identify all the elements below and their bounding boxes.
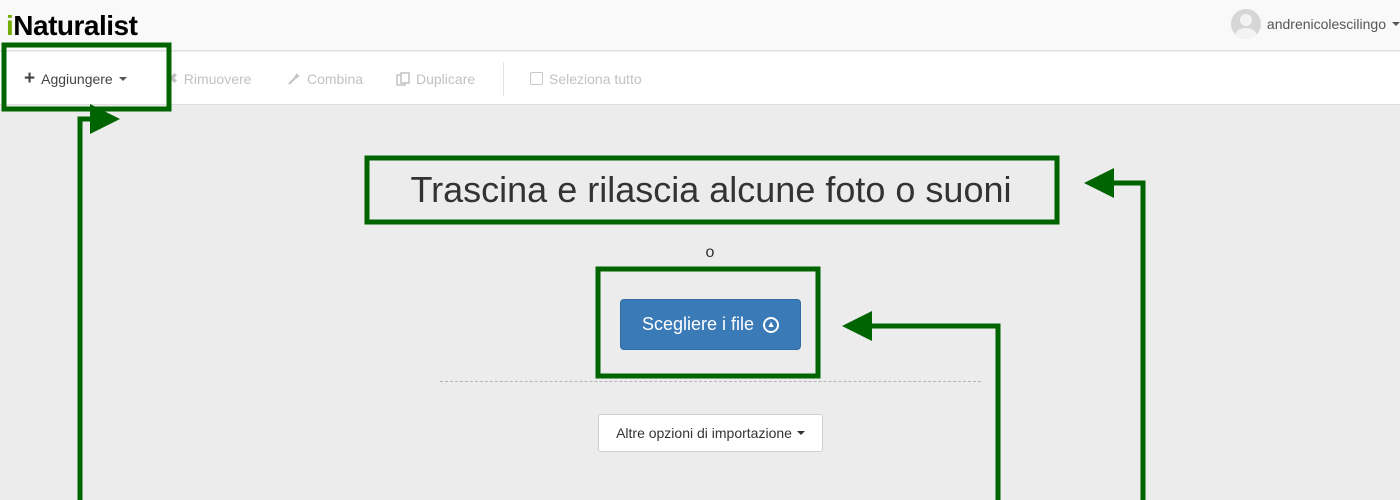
x-icon: ✖	[166, 70, 178, 86]
arrow-to-drop-title	[1084, 168, 1146, 500]
uploader-toolbar: + Aggiungere ✖ Rimuovere Combina Duplica…	[0, 52, 1400, 105]
chevron-down-icon	[118, 76, 127, 81]
chevron-down-icon	[1392, 22, 1400, 26]
duplicate-button[interactable]: Duplicare	[396, 52, 475, 105]
user-menu[interactable]: andrenicolescilingo	[1230, 8, 1400, 40]
logo-text: Naturalist	[13, 10, 138, 41]
add-label: Aggiungere	[41, 70, 113, 87]
avatar	[1230, 9, 1261, 39]
username: andrenicolescilingo	[1266, 16, 1386, 32]
combine-label: Combina	[307, 70, 364, 87]
select-all-checkbox[interactable]: Seleziona tutto	[530, 52, 642, 105]
remove-label: Rimuovere	[183, 70, 252, 87]
more-import-options-button[interactable]: Altre opzioni di importazione	[598, 414, 823, 452]
duplicate-label: Duplicare	[416, 70, 476, 87]
combine-button[interactable]: Combina	[287, 52, 363, 105]
plus-icon: +	[24, 68, 36, 89]
inaturalist-logo[interactable]: iNaturalist	[6, 8, 138, 44]
section-divider	[440, 381, 981, 382]
select-all-label: Seleziona tutto	[549, 70, 642, 87]
choose-files-label: Scegliere i file	[641, 314, 755, 334]
copy-icon	[396, 71, 410, 86]
arrow-to-add-button	[77, 104, 120, 500]
or-separator: o	[705, 244, 715, 261]
upload-circle-icon: ▲	[763, 316, 780, 333]
drop-zone-title: Trascina e rilascia alcune foto o suoni	[410, 169, 1012, 210]
chevron-down-icon	[796, 431, 805, 435]
remove-button[interactable]: ✖ Rimuovere	[166, 52, 251, 105]
wand-icon	[288, 72, 300, 85]
add-button[interactable]: + Aggiungere	[24, 52, 127, 105]
choose-files-button[interactable]: Scegliere i file ▲	[620, 299, 801, 350]
arrow-to-choose-files	[842, 311, 1001, 500]
checkbox-icon	[530, 72, 543, 85]
more-import-label: Altre opzioni di importazione	[616, 425, 792, 441]
toolbar-divider	[503, 62, 504, 96]
top-header: iNaturalist andrenicolescilingo	[0, 0, 1400, 51]
